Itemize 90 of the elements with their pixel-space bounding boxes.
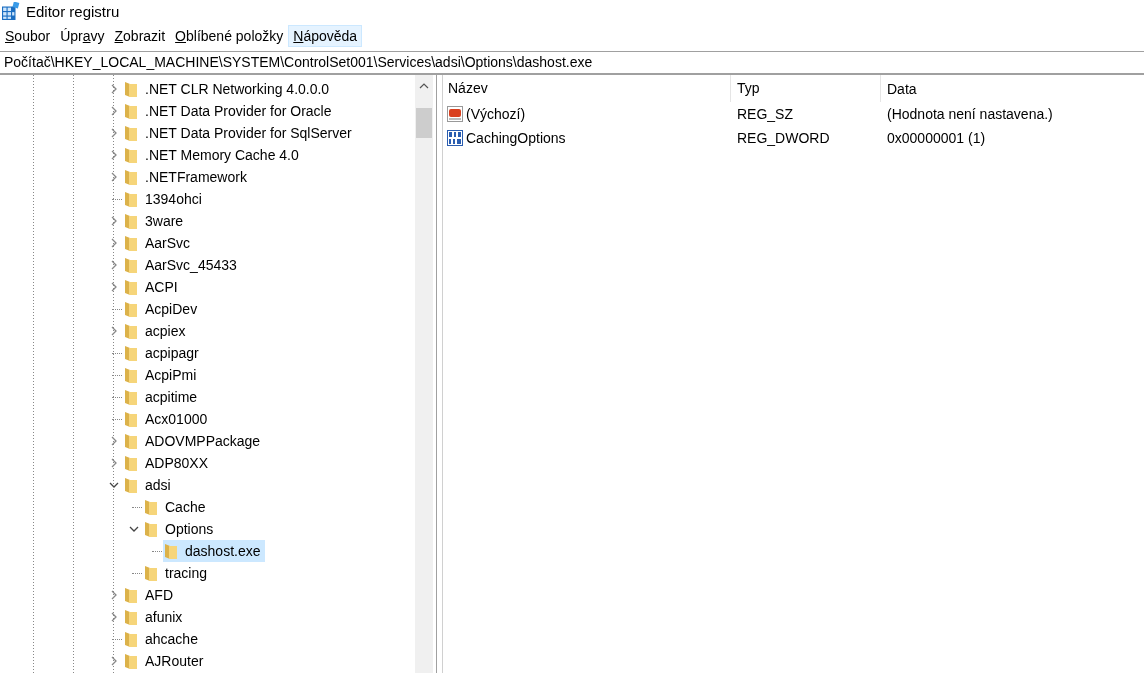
tree-item[interactable]: Options [143,518,218,540]
folder-icon [125,301,137,317]
menu-item[interactable]: Nápověda [288,25,363,47]
tree-item[interactable]: ahcache [123,628,202,650]
chevron-right-icon[interactable] [109,172,119,182]
value-data: 0x00000001 (1) [886,130,986,146]
value-type: REG_DWORD [736,130,831,146]
chevron-right-icon[interactable] [109,326,119,336]
chevron-right-icon[interactable] [109,436,119,446]
window-title: Editor registru [26,2,120,20]
tree-item[interactable]: ADOVMPPackage [123,430,265,452]
chevron-right-icon[interactable] [109,458,119,468]
tree-item[interactable]: .NET Data Provider for Oracle [123,100,336,122]
chevron-right-icon[interactable] [109,84,119,94]
tree-item[interactable]: afunix [123,606,187,628]
folder-icon [125,609,137,625]
scrollbar-thumb[interactable] [416,108,432,138]
chevron-right-icon[interactable] [109,150,119,160]
folder-icon [125,455,137,471]
folder-icon [125,587,137,603]
tree-item[interactable]: Acx01000 [123,408,212,430]
chevron-down-icon[interactable] [129,524,139,534]
folder-icon [125,653,137,669]
menu-item[interactable]: Zobrazit [109,25,171,47]
tree-item[interactable]: dashost.exe [163,540,265,562]
tree-item[interactable]: acpiex [123,320,190,342]
chevron-right-icon[interactable] [109,260,119,270]
tree-item[interactable]: adsi [123,474,175,496]
chevron-right-icon[interactable] [109,612,119,622]
tree-item[interactable]: AcpiDev [123,298,202,320]
folder-icon [125,433,137,449]
column-header[interactable]: Typ [731,75,881,102]
folder-icon [125,147,137,163]
folder-icon [125,213,137,229]
tree-item[interactable]: 1394ohci [123,188,206,210]
address-bar[interactable]: Počítač\HKEY_LOCAL_MACHINE\SYSTEM\ControlSet001\Services\adsi\Options\dashost.exe [0,51,1144,75]
chevron-right-icon[interactable] [109,128,119,138]
chevron-right-icon[interactable] [109,282,119,292]
tree-item[interactable]: AFD [123,584,177,606]
folder-icon [125,169,137,185]
chevron-right-icon[interactable] [109,106,119,116]
chevron-down-icon[interactable] [109,480,119,490]
folder-icon [125,81,137,97]
folder-icon [125,191,137,207]
tree-item[interactable]: acpipagr [123,342,203,364]
chevron-right-icon[interactable] [109,590,119,600]
tree-item[interactable]: AarSvc [123,232,195,254]
folder-icon [125,125,137,141]
chevron-right-icon[interactable] [109,216,119,226]
tree-item[interactable]: Cache [143,496,210,518]
menu-item[interactable]: Úpravy [55,25,110,47]
tree-item[interactable]: ACPI [123,276,182,298]
tree-item[interactable]: ADP80XX [123,452,213,474]
tree-item[interactable]: acpitime [123,386,202,408]
tree-item[interactable]: .NET Memory Cache 4.0 [123,144,303,166]
folder-icon [125,257,137,273]
folder-icon [125,477,137,493]
folder-icon [145,565,157,581]
folder-icon [165,543,177,559]
folder-icon [125,345,137,361]
column-header[interactable]: Data [881,80,917,97]
folder-icon [125,367,137,383]
value-name[interactable]: (Výchozí) [466,106,526,122]
folder-icon [125,235,137,251]
folder-icon [125,389,137,405]
tree-item[interactable]: tracing [143,562,212,584]
value-name[interactable]: CachingOptions [466,130,566,146]
folder-icon [145,521,157,537]
folder-icon [125,411,137,427]
folder-icon [125,323,137,339]
tree-item[interactable]: AarSvc_45433 [123,254,241,276]
tree-item[interactable]: .NETFramework [123,166,251,188]
value-type: REG_SZ [736,106,794,122]
tree-item[interactable]: 3ware [123,210,188,232]
tree-item[interactable]: .NET Data Provider for SqlServer [123,122,356,144]
folder-icon [125,103,137,119]
registry-app-icon [2,2,20,20]
folder-icon [125,279,137,295]
menu-item[interactable]: Soubor [0,25,56,47]
column-header[interactable]: Název [443,75,731,102]
chevron-right-icon[interactable] [109,238,119,248]
chevron-right-icon[interactable] [109,656,119,666]
menu-item[interactable]: Oblíbené položky [170,25,289,47]
folder-icon [145,499,157,515]
tree-item[interactable]: .NET CLR Networking 4.0.0.0 [123,78,334,100]
tree-item[interactable]: AcpiPmi [123,364,201,386]
folder-icon [125,631,137,647]
value-data: (Hodnota není nastavena.) [886,106,1053,122]
tree-item[interactable]: AJRouter [123,650,208,672]
scroll-up-icon[interactable] [419,83,429,89]
